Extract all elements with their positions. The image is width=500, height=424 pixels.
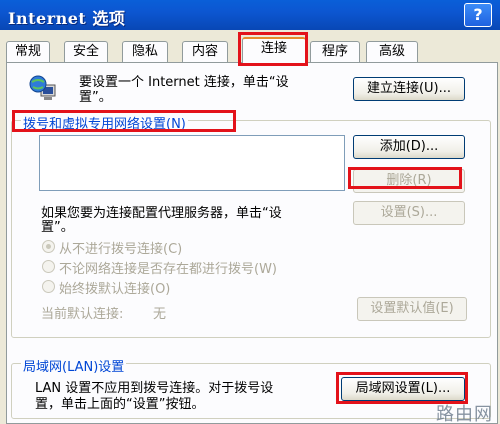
network-connection-icon	[29, 75, 56, 100]
window-title: Internet 选项	[8, 9, 126, 28]
connections-panel: 要设置一个 Internet 连接，单击“设 置”。 建立连接(U)... 拨号…	[6, 62, 498, 424]
watermark: 路由网	[436, 404, 493, 424]
connections-listbox[interactable]	[39, 135, 345, 191]
tab-security[interactable]: 安全	[64, 41, 108, 63]
tab-privacy[interactable]: 隐私	[122, 41, 168, 63]
lan-settings-button[interactable]: 局域网设置(L)...	[341, 377, 465, 401]
setup-intro-line2: 置”。	[79, 90, 112, 105]
lan-text-line2: 置，单击上面的“设置”按钮。	[35, 397, 205, 412]
set-default-button[interactable]: 设置默认值(E)	[357, 297, 467, 321]
dialup-settings-button[interactable]: 设置(S)...	[353, 201, 465, 225]
setup-connection-button[interactable]: 建立连接(U)...	[353, 77, 465, 101]
title-bar: Internet 选项 ?	[0, 0, 500, 30]
current-default-label: 当前默认连接:	[41, 307, 124, 322]
help-button[interactable]: ?	[464, 3, 492, 27]
add-connection-button[interactable]: 添加(D)...	[353, 135, 465, 159]
tab-content[interactable]: 内容	[182, 41, 228, 63]
current-default-value: 无	[153, 307, 167, 322]
tab-advanced[interactable]: 高级	[366, 41, 418, 63]
radio-never-dial-label: 从不进行拨号连接(C)	[59, 242, 183, 257]
tab-general[interactable]: 常规	[6, 41, 50, 63]
internet-options-window: Internet 选项 ? 常规 安全 隐私 内容 连接 程序 高级 要设置一个…	[0, 0, 500, 424]
tab-programs[interactable]: 程序	[310, 41, 360, 63]
radio-dial-whenever[interactable]	[42, 260, 55, 273]
proxy-text-line2: 置”。	[41, 220, 74, 235]
dialup-vpn-group-title: 拨号和虚拟专用网络设置(N)	[21, 113, 188, 132]
radio-always-dial[interactable]	[42, 280, 55, 293]
radio-dial-whenever-label: 不论网络连接是否存在都进行拨号(W)	[59, 262, 277, 277]
radio-always-dial-label: 始终拨默认连接(O)	[59, 282, 171, 297]
radio-never-dial[interactable]	[42, 240, 55, 253]
proxy-text-line1: 如果您要为连接配置代理服务器，单击“设	[41, 206, 282, 221]
remove-connection-button[interactable]: 删除(R)	[353, 169, 465, 193]
tab-connections[interactable]: 连接	[242, 37, 306, 64]
lan-settings-group-title: 局域网(LAN)设置	[21, 356, 127, 375]
